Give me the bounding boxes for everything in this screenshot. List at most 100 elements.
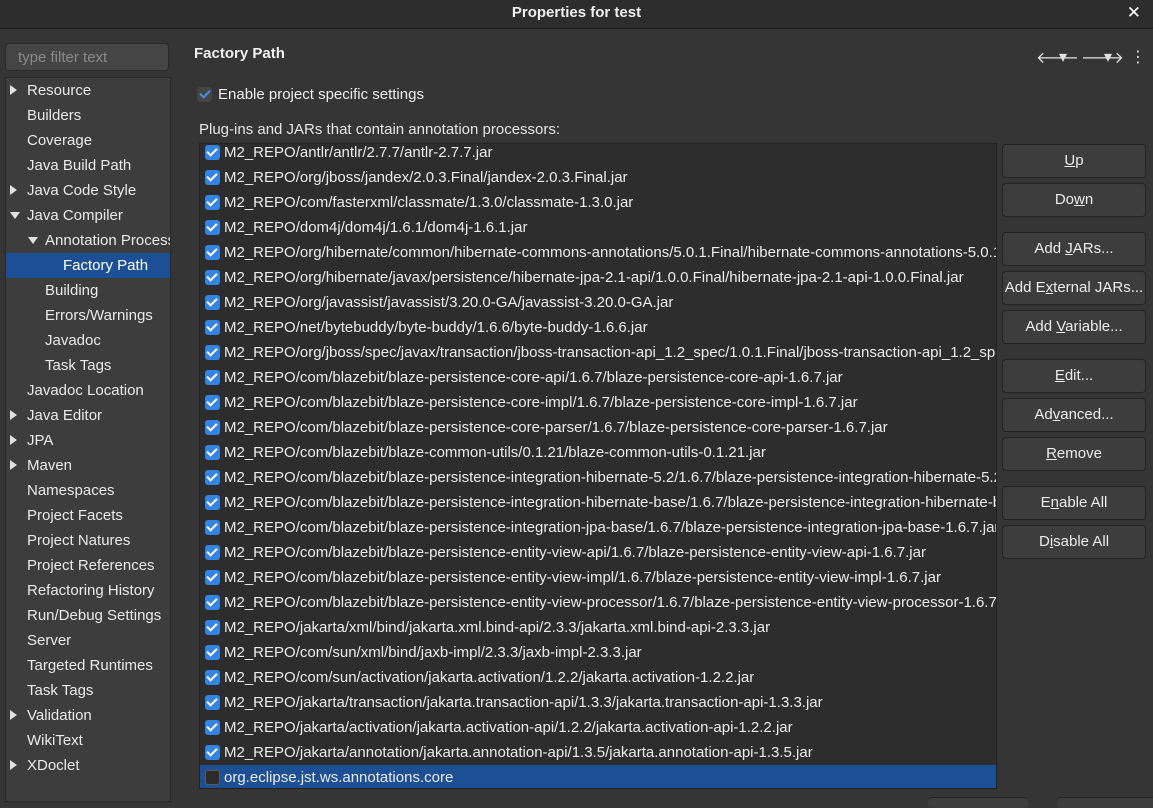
tree-item[interactable]: Builders [6, 103, 170, 128]
down-button[interactable]: Down [1002, 183, 1146, 217]
forward-arrow-icon[interactable]: 🡒 [1081, 47, 1124, 68]
jar-checkbox[interactable] [205, 720, 220, 735]
tree-item[interactable]: Java Code Style [6, 178, 170, 203]
jar-row[interactable]: M2_REPO/com/blazebit/blaze-persistence-e… [200, 565, 996, 590]
factory-path-list[interactable]: M2_REPO/antlr/antlr/2.7.7/antlr-2.7.7.ja… [199, 143, 997, 789]
jar-checkbox[interactable] [205, 495, 220, 510]
expanded-arrow-icon[interactable] [10, 212, 20, 219]
back-menu-chevron-icon[interactable]: ▾ [1059, 47, 1067, 67]
jar-row[interactable]: M2_REPO/net/bytebuddy/byte-buddy/1.6.6/b… [200, 315, 996, 340]
collapsed-arrow-icon[interactable] [10, 85, 17, 95]
jar-checkbox[interactable] [205, 445, 220, 460]
tree-item[interactable]: Task Tags [6, 678, 170, 703]
jar-row[interactable]: M2_REPO/org/jboss/spec/javax/transaction… [200, 340, 996, 365]
tree-item[interactable]: Task Tags [6, 353, 170, 378]
jar-checkbox[interactable] [205, 770, 220, 785]
collapsed-arrow-icon[interactable] [10, 410, 17, 420]
jar-row[interactable]: M2_REPO/jakarta/activation/jakarta.activ… [200, 715, 996, 740]
jar-row[interactable]: M2_REPO/com/sun/xml/bind/jaxb-impl/2.3.3… [200, 640, 996, 665]
tree-item[interactable]: Validation [6, 703, 170, 728]
jar-checkbox[interactable] [205, 345, 220, 360]
tree-item[interactable]: Java Compiler [6, 203, 170, 228]
jar-row[interactable]: M2_REPO/com/blazebit/blaze-persistence-i… [200, 490, 996, 515]
tree-item[interactable]: Java Build Path [6, 153, 170, 178]
tree-item[interactable]: Run/Debug Settings [6, 603, 170, 628]
jar-row[interactable]: M2_REPO/jakarta/annotation/jakarta.annot… [200, 740, 996, 765]
jar-checkbox[interactable] [205, 670, 220, 685]
tree-item[interactable]: Project Natures [6, 528, 170, 553]
jar-checkbox[interactable] [205, 645, 220, 660]
collapsed-arrow-icon[interactable] [10, 185, 17, 195]
jar-row[interactable]: M2_REPO/antlr/antlr/2.7.7/antlr-2.7.7.ja… [200, 144, 996, 165]
disable-all-button[interactable]: Disable All [1002, 525, 1146, 559]
tree-item[interactable]: WikiText [6, 728, 170, 753]
forward-menu-chevron-icon[interactable]: ▾ [1104, 47, 1112, 67]
collapsed-arrow-icon[interactable] [10, 435, 17, 445]
tree-item[interactable]: Maven [6, 453, 170, 478]
jar-row[interactable]: M2_REPO/com/blazebit/blaze-persistence-c… [200, 415, 996, 440]
jar-checkbox[interactable] [205, 695, 220, 710]
edit-button[interactable]: Edit... [1002, 359, 1146, 393]
expanded-arrow-icon[interactable] [28, 237, 38, 244]
jar-row[interactable]: M2_REPO/com/blazebit/blaze-persistence-c… [200, 365, 996, 390]
remove-button[interactable]: Remove [1002, 437, 1146, 471]
jar-row[interactable]: M2_REPO/com/fasterxml/classmate/1.3.0/cl… [200, 190, 996, 215]
tree-item[interactable]: Javadoc Location [6, 378, 170, 403]
jar-row[interactable]: M2_REPO/com/blazebit/blaze-persistence-e… [200, 540, 996, 565]
jar-checkbox[interactable] [205, 170, 220, 185]
jar-row[interactable]: M2_REPO/com/sun/activation/jakarta.activ… [200, 665, 996, 690]
jar-row[interactable]: M2_REPO/dom4j/dom4j/1.6.1/dom4j-1.6.1.ja… [200, 215, 996, 240]
advanced-button[interactable]: Advanced... [1002, 398, 1146, 432]
tree-item[interactable]: Resource [6, 78, 170, 103]
jar-checkbox[interactable] [205, 545, 220, 560]
tree-item[interactable]: Project References [6, 553, 170, 578]
jar-checkbox[interactable] [205, 295, 220, 310]
tree-item[interactable]: Java Editor [6, 403, 170, 428]
tree-item[interactable]: JPA [6, 428, 170, 453]
enable-project-settings-checkbox[interactable] [197, 86, 212, 102]
jar-row[interactable]: M2_REPO/com/blazebit/blaze-persistence-e… [200, 590, 996, 615]
jar-checkbox[interactable] [205, 145, 220, 160]
tree-item[interactable]: Factory Path [6, 253, 170, 278]
back-arrow-icon[interactable]: 🡐 [1036, 47, 1079, 68]
jar-row[interactable]: org.eclipse.jst.ws.annotations.core [200, 765, 996, 788]
collapsed-arrow-icon[interactable] [10, 760, 17, 770]
jar-checkbox[interactable] [205, 520, 220, 535]
jar-checkbox[interactable] [205, 420, 220, 435]
jar-row[interactable]: M2_REPO/com/blazebit/blaze-persistence-c… [200, 390, 996, 415]
jar-row[interactable]: M2_REPO/org/jboss/jandex/2.0.3.Final/jan… [200, 165, 996, 190]
jar-checkbox[interactable] [205, 320, 220, 335]
tree-item[interactable]: Server [6, 628, 170, 653]
more-options-icon[interactable]: ⋮ [1130, 47, 1146, 67]
tree-item[interactable]: Refactoring History [6, 578, 170, 603]
jar-checkbox[interactable] [205, 195, 220, 210]
jar-checkbox[interactable] [205, 620, 220, 635]
tree-item[interactable]: Project Facets [6, 503, 170, 528]
add-jars-button[interactable]: Add JARs... [1002, 232, 1146, 266]
tree-item[interactable]: Namespaces [6, 478, 170, 503]
jar-checkbox[interactable] [205, 245, 220, 260]
jar-row[interactable]: M2_REPO/org/javassist/javassist/3.20.0-G… [200, 290, 996, 315]
collapsed-arrow-icon[interactable] [10, 710, 17, 720]
jar-checkbox[interactable] [205, 595, 220, 610]
jar-checkbox[interactable] [205, 470, 220, 485]
tree-item[interactable]: Targeted Runtimes [6, 653, 170, 678]
enable-all-button[interactable]: Enable All [1002, 486, 1146, 520]
jar-checkbox[interactable] [205, 270, 220, 285]
jar-row[interactable]: M2_REPO/org/hibernate/common/hibernate-c… [200, 240, 996, 265]
jar-row[interactable]: M2_REPO/jakarta/xml/bind/jakarta.xml.bin… [200, 615, 996, 640]
jar-checkbox[interactable] [205, 395, 220, 410]
jar-row[interactable]: M2_REPO/com/blazebit/blaze-persistence-i… [200, 465, 996, 490]
jar-checkbox[interactable] [205, 220, 220, 235]
collapsed-arrow-icon[interactable] [10, 460, 17, 470]
close-icon[interactable]: ✕ [1127, 3, 1141, 23]
jar-row[interactable]: M2_REPO/com/blazebit/blaze-persistence-i… [200, 515, 996, 540]
tree-item[interactable]: XDoclet [6, 753, 170, 778]
up-button[interactable]: Up [1002, 144, 1146, 178]
tree-item[interactable]: Annotation Processing [6, 228, 170, 253]
add-external-jars-button[interactable]: Add External JARs... [1002, 271, 1146, 305]
jar-row[interactable]: M2_REPO/org/hibernate/javax/persistence/… [200, 265, 996, 290]
tree-item[interactable]: Building [6, 278, 170, 303]
tree-item[interactable]: Javadoc [6, 328, 170, 353]
jar-checkbox[interactable] [205, 570, 220, 585]
